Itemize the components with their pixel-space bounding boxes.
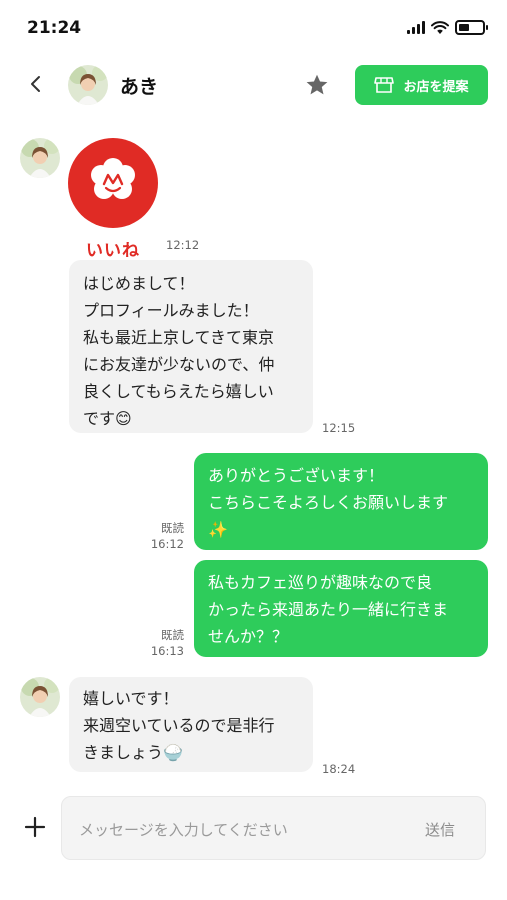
hands-flower-icon [91, 158, 135, 199]
message-line: にお友達が少ないので、仲 [83, 355, 275, 374]
message-time: 12:15 [322, 421, 356, 435]
avatar-photo [68, 65, 108, 105]
message-time: 12:12 [166, 238, 200, 252]
like-stamp-label: いいね [86, 241, 140, 261]
message-line: ありがとうございます！ [208, 466, 385, 485]
message-time: 16:13 [150, 644, 184, 658]
chat-screen: 21:24 あき お店を提案 いいね 12:12 はじめまして！ プロフィールみ… [0, 0, 507, 900]
sender-avatar[interactable] [20, 677, 60, 717]
read-status: 既読 [161, 521, 184, 535]
favorite-star-icon[interactable] [304, 72, 330, 98]
outgoing-message-bubble[interactable]: 私もカフェ巡りが趣味なので良 かったら来週あたり一緒に行きま せんか？？ [194, 560, 488, 657]
message-time: 16:12 [150, 537, 184, 551]
read-receipt: 既読 16:13 [150, 627, 184, 659]
message-line: です😊 [83, 409, 132, 428]
incoming-message-bubble[interactable]: 嬉しいです！ 来週空いているので是非行 きましょう🍚 [69, 677, 313, 772]
message-line: はじめまして！ [83, 274, 195, 293]
message-line: 良くしてもらえたら嬉しい [83, 382, 274, 401]
sender-avatar[interactable] [20, 138, 60, 178]
battery-icon [455, 20, 488, 35]
like-stamp: いいね [68, 138, 158, 261]
wifi-icon [431, 20, 449, 34]
status-bar: 21:24 [0, 0, 507, 56]
back-arrow-icon[interactable] [24, 72, 48, 96]
status-time: 21:24 [27, 18, 82, 38]
message-input-placeholder: メッセージを入力してください [79, 821, 288, 839]
cellular-signal-icon [407, 21, 425, 34]
send-button[interactable]: 送信 [425, 819, 455, 840]
read-receipt: 既読 16:12 [150, 520, 184, 552]
store-icon [374, 77, 395, 93]
outgoing-message-bubble[interactable]: ありがとうございます！ こちらこそよろしくお願いします ✨ [194, 453, 488, 550]
message-line: 私も最近上京してきて東京 [83, 328, 275, 347]
status-icons [407, 20, 488, 35]
message-line: きましょう🍚 [83, 743, 183, 762]
message-line: ✨ [208, 520, 228, 539]
like-stamp-badge [68, 138, 158, 228]
message-line: プロフィールみました！ [83, 301, 259, 320]
message-line: せんか？？ [208, 627, 289, 646]
message-line: 嬉しいです！ [83, 689, 179, 708]
propose-button-label: お店を提案 [403, 79, 469, 95]
read-status: 既読 [161, 628, 184, 642]
incoming-message-bubble[interactable]: はじめまして！ プロフィールみました！ 私も最近上京してきて東京 にお友達が少な… [69, 260, 313, 433]
message-input[interactable]: メッセージを入力してください 送信 [61, 796, 486, 860]
message-line: 来週空いているので是非行 [83, 716, 275, 735]
message-composer: メッセージを入力してください 送信 [0, 790, 507, 870]
chat-header: あき お店を提案 [0, 56, 507, 114]
contact-name[interactable]: あき [120, 72, 158, 99]
message-time: 18:24 [322, 762, 356, 776]
contact-avatar[interactable] [68, 65, 108, 105]
message-line: こちらこそよろしくお願いします [208, 493, 449, 512]
propose-store-button[interactable]: お店を提案 [355, 65, 488, 105]
message-line: かったら来週あたり一緒に行きま [208, 600, 449, 619]
message-line: 私もカフェ巡りが趣味なので良 [208, 573, 433, 592]
plus-icon[interactable] [24, 816, 46, 838]
